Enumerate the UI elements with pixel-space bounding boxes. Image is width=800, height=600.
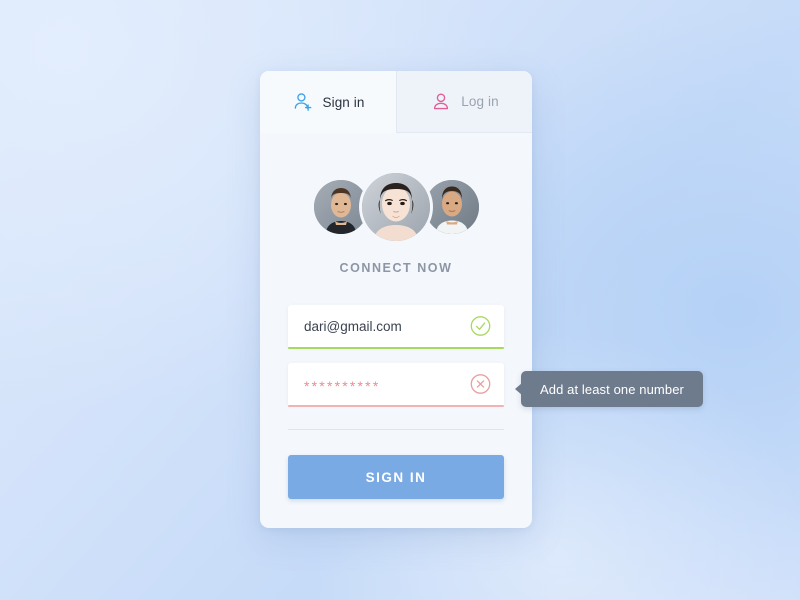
connect-now-heading: CONNECT NOW — [339, 261, 453, 275]
password-validation-tooltip: Add at least one number — [515, 371, 703, 407]
tooltip-text: Add at least one number — [540, 381, 684, 397]
email-field[interactable] — [288, 305, 504, 349]
auth-tabs: Sign in Log in — [260, 71, 532, 133]
user-plus-icon — [292, 91, 314, 113]
email-input[interactable] — [304, 318, 460, 334]
password-field[interactable]: ********** — [288, 363, 504, 407]
tab-sign-in[interactable]: Sign in — [260, 71, 396, 133]
x-circle-icon[interactable] — [470, 374, 491, 395]
check-circle-icon[interactable] — [470, 316, 491, 337]
form-divider — [288, 429, 504, 430]
avatar-man-left[interactable] — [314, 180, 368, 234]
avatar-man-right[interactable] — [425, 180, 479, 234]
password-masked-value[interactable]: ********** — [304, 375, 380, 393]
card-body: CONNECT NOW ********** — [260, 159, 532, 499]
tooltip-arrow — [515, 383, 522, 395]
signin-form: ********** SIGN IN — [288, 305, 504, 499]
avatar-woman-center[interactable] — [362, 173, 430, 241]
sign-in-button[interactable]: SIGN IN — [288, 455, 504, 499]
auth-card: Sign in Log in CONNECT NOW dari@gmail.co… — [260, 71, 532, 528]
tab-sign-in-label: Sign in — [322, 94, 365, 110]
tab-log-in-label: Log in — [461, 94, 499, 109]
avatar-group — [288, 159, 504, 255]
tab-log-in[interactable]: Log in — [396, 71, 532, 133]
user-icon — [430, 91, 452, 113]
